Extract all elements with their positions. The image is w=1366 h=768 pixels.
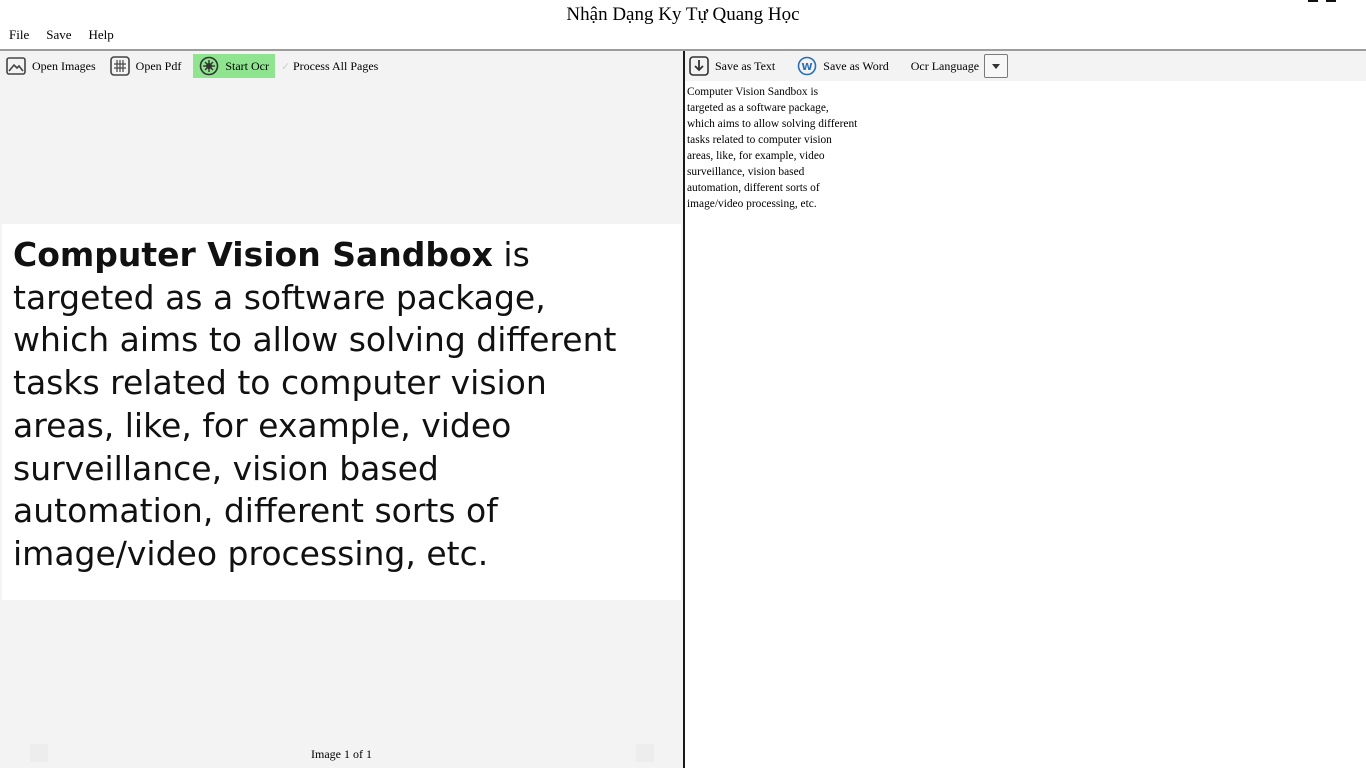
svg-text:W: W (802, 62, 813, 73)
save-as-word-label: Save as Word (823, 58, 889, 73)
result-toolbar: Save as Text W Save as Word Ocr Language (685, 51, 1366, 81)
ocr-line: Computer Vision Sandbox is (687, 86, 819, 98)
menu-file[interactable]: File (0, 26, 37, 46)
image-text-line: Computer Vision Sandbox is (13, 235, 530, 274)
image-text-line: automation, different sorts of (13, 491, 498, 531)
download-icon (689, 56, 709, 76)
ocr-language-label: Ocr Language (910, 58, 980, 73)
save-as-text-label: Save as Text (715, 58, 776, 73)
image-text-line: areas, like, for example, video (13, 405, 512, 445)
process-all-pages-checkbox[interactable]: ✓ Process All Pages (275, 59, 378, 74)
image-text-line: image/video processing, etc. (13, 533, 489, 573)
ocr-line: surveillance, vision based (687, 166, 805, 178)
ocr-line: which aims to allow solving different (687, 118, 858, 130)
start-ocr-button[interactable]: Start Ocr (193, 54, 275, 78)
word-icon: W (797, 56, 817, 76)
page-indicator: Image 1 of 1 (311, 747, 372, 761)
image-text-line: surveillance, vision based (13, 448, 439, 488)
image-text-line: which aims to allow solving different (13, 320, 617, 360)
menu-bar: File Save Help (0, 26, 122, 46)
image-toolbar: Open Images Open Pdf Start Ocr ✓ Process… (0, 51, 683, 81)
ocr-language-select[interactable] (984, 54, 1009, 78)
window-controls: ✕ (1308, 0, 1356, 5)
image-text-line: targeted as a software package, (13, 277, 546, 317)
pdf-grid-icon (109, 56, 130, 76)
ocr-line: automation, different sorts of (687, 182, 820, 194)
ocr-result-pane: Save as Text W Save as Word Ocr Language… (685, 51, 1366, 768)
close-button[interactable]: ✕ (1344, 0, 1356, 5)
open-images-label: Open Images (32, 58, 96, 73)
image-text-bold: Computer Vision Sandbox (13, 235, 493, 274)
process-all-pages-label: Process All Pages (292, 58, 379, 73)
image-text-line: tasks related to computer vision (13, 363, 547, 403)
window-title: Nhận Dạng Ky Tự Quang Học (566, 4, 800, 25)
ocr-line: image/video processing, etc. (687, 198, 817, 210)
open-images-button[interactable]: Open Images (0, 54, 102, 78)
open-pdf-label: Open Pdf (135, 58, 182, 73)
image-pane: Open Images Open Pdf Start Ocr ✓ Process… (0, 51, 683, 768)
open-pdf-button[interactable]: Open Pdf (104, 54, 188, 78)
maximize-button[interactable] (1326, 0, 1336, 2)
save-as-word-button[interactable]: W Save as Word (791, 54, 894, 78)
minimize-button[interactable] (1308, 0, 1318, 2)
chevron-down-icon (992, 63, 1001, 69)
check-icon: ✓ (280, 60, 291, 73)
menu-help[interactable]: Help (80, 26, 122, 46)
ocr-line: targeted as a software package, (687, 102, 829, 114)
start-ocr-label: Start Ocr (225, 58, 269, 73)
ocr-line: areas, like, for example, video (687, 150, 825, 162)
ocr-output-text[interactable]: Computer Vision Sandbox is targeted as a… (687, 84, 887, 212)
ocr-gear-icon (200, 56, 219, 76)
image-icon (6, 57, 26, 75)
menu-save[interactable]: Save (37, 26, 79, 46)
save-as-text-button[interactable]: Save as Text (685, 54, 781, 78)
ocr-line: tasks related to computer vision (687, 134, 832, 146)
next-page-button[interactable] (636, 744, 654, 762)
image-preview: Computer Vision Sandbox is targeted as a… (2, 224, 681, 600)
